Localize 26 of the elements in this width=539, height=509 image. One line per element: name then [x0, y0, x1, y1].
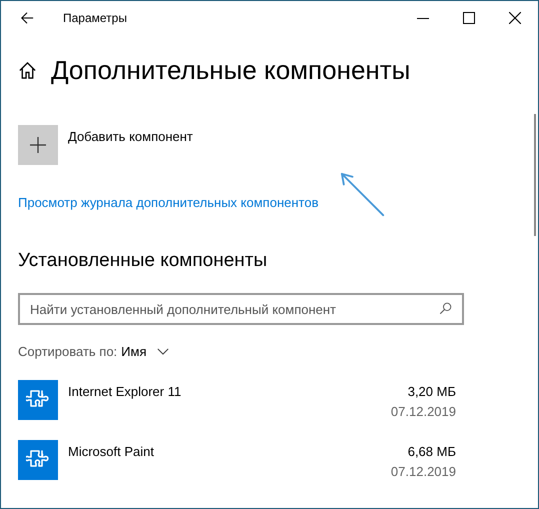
component-name: Internet Explorer 11: [68, 384, 182, 399]
chevron-down-icon: [156, 348, 168, 355]
component-name: Microsoft Paint: [68, 444, 155, 459]
search-field[interactable]: Найти установленный дополнительный компонент: [18, 293, 464, 325]
page-title: Дополнительные компоненты: [51, 55, 410, 86]
component-item[interactable]: Internet Explorer 11 3,20 МБ 07.12.2019: [18, 380, 456, 420]
history-link[interactable]: Просмотр журнала дополнительных компонентов: [18, 195, 318, 210]
add-component-label[interactable]: Добавить компонент: [68, 129, 193, 144]
component-item[interactable]: Microsoft Paint 6,68 МБ 07.12.2019: [18, 440, 456, 480]
back-icon: [20, 11, 34, 25]
section-heading: Установленные компоненты: [18, 250, 268, 272]
arrow-annotation: [339, 171, 387, 219]
maximize-icon: [463, 12, 475, 24]
component-date: 07.12.2019: [390, 404, 456, 419]
add-button[interactable]: [18, 125, 58, 165]
sort-dropdown[interactable]: Имя: [121, 344, 168, 359]
search-icon: [439, 302, 452, 315]
close-icon: [509, 12, 521, 24]
sort-label: Сортировать по:: [18, 344, 118, 359]
component-size: 3,20 МБ: [408, 384, 456, 399]
component-date: 07.12.2019: [390, 464, 456, 479]
component-size: 6,68 МБ: [408, 444, 456, 459]
plus-icon: [30, 137, 46, 153]
scrollbar[interactable]: [534, 114, 536, 236]
home-icon[interactable]: [18, 61, 37, 80]
window-title: Параметры: [63, 11, 127, 25]
